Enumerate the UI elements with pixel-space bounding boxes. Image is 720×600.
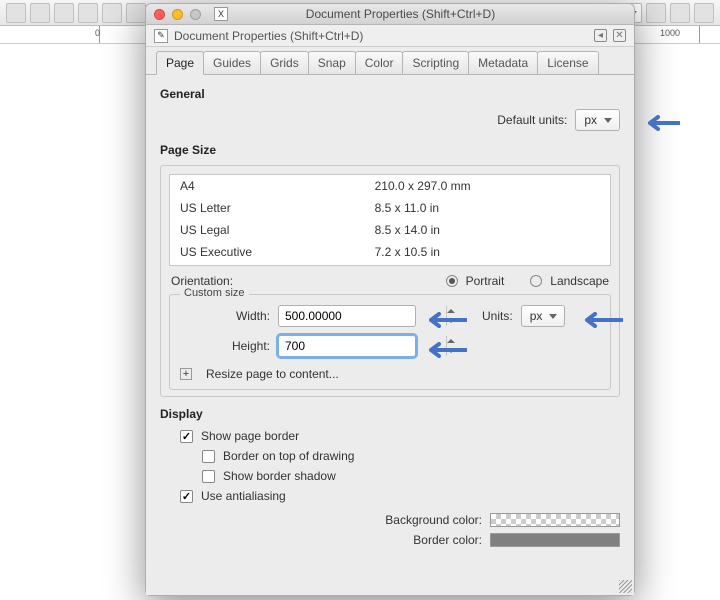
close-icon[interactable] [154, 9, 165, 20]
resize-grip-icon[interactable] [619, 580, 632, 593]
properties-icon: ✎ [154, 29, 168, 43]
bgcolor-swatch[interactable] [490, 513, 620, 527]
landscape-radio[interactable] [530, 275, 542, 287]
annotation-arrow [421, 342, 467, 358]
pagesize-list[interactable]: A4210.0 x 297.0 mm US Letter8.5 x 11.0 i… [169, 174, 611, 266]
page-tab-pane: General Default units: px Page Size A421… [146, 75, 634, 595]
tool-icon[interactable] [54, 3, 74, 23]
annotation-arrow [577, 312, 623, 328]
dialog-subtitlebar: ✎ Document Properties (Shift+Ctrl+D) ◂ ✕ [146, 25, 634, 47]
border-on-top-checkbox[interactable] [202, 450, 215, 463]
general-heading: General [160, 87, 620, 101]
bordercolor-swatch[interactable] [490, 533, 620, 547]
list-item: US Letter8.5 x 11.0 in [170, 197, 610, 219]
tool-icon[interactable] [6, 3, 26, 23]
annotation-arrow [421, 312, 467, 328]
antialias-checkbox[interactable] [180, 490, 193, 503]
annotation-arrow [640, 115, 680, 131]
tool-icon[interactable] [78, 3, 98, 23]
units-label: Units: [482, 309, 513, 323]
resize-to-content[interactable]: Resize page to content... [206, 367, 339, 381]
default-units-select[interactable]: px [575, 109, 620, 131]
width-label: Width: [180, 309, 270, 323]
tab-snap[interactable]: Snap [308, 51, 356, 74]
bordercolor-label: Border color: [413, 533, 482, 547]
antialias-label: Use antialiasing [201, 489, 286, 503]
height-spinbox[interactable] [278, 335, 416, 357]
landscape-label: Landscape [550, 274, 609, 288]
show-shadow-label: Show border shadow [223, 469, 336, 483]
list-item: A4210.0 x 297.0 mm [170, 175, 610, 197]
pagesize-heading: Page Size [160, 143, 620, 157]
expander-icon[interactable]: + [180, 368, 192, 380]
tab-color[interactable]: Color [355, 51, 404, 74]
orientation-label: Orientation: [171, 274, 233, 288]
portrait-radio[interactable] [446, 275, 458, 287]
list-item: US Executive7.2 x 10.5 in [170, 241, 610, 263]
list-item: US Legal8.5 x 14.0 in [170, 219, 610, 241]
default-units-label: Default units: [497, 113, 567, 127]
dialog-subtitle: Document Properties (Shift+Ctrl+D) [174, 29, 363, 43]
customsize-legend: Custom size [180, 287, 249, 299]
tool-icon[interactable] [102, 3, 122, 23]
dialog-titlebar[interactable]: X Document Properties (Shift+Ctrl+D) [146, 4, 634, 25]
portrait-label: Portrait [466, 274, 505, 288]
height-label: Height: [180, 339, 270, 353]
dialog-title: Document Properties (Shift+Ctrl+D) [175, 7, 626, 21]
bgcolor-label: Background color: [385, 513, 482, 527]
show-shadow-checkbox[interactable] [202, 470, 215, 483]
tab-guides[interactable]: Guides [203, 51, 261, 74]
tool-icon[interactable] [126, 3, 146, 23]
tab-license[interactable]: License [537, 51, 598, 74]
display-heading: Display [160, 407, 620, 421]
tab-bar: Page Guides Grids Snap Color Scripting M… [146, 47, 634, 75]
tool-icon[interactable] [646, 3, 666, 23]
custom-units-select[interactable]: px [521, 305, 566, 327]
show-border-checkbox[interactable] [180, 430, 193, 443]
document-properties-dialog: X Document Properties (Shift+Ctrl+D) ✎ D… [145, 3, 635, 596]
tool-icon[interactable] [670, 3, 690, 23]
tool-icon[interactable] [30, 3, 50, 23]
tool-icon[interactable] [694, 3, 714, 23]
dock-icon[interactable]: ◂ [594, 29, 607, 42]
close-pane-icon[interactable]: ✕ [613, 29, 626, 42]
tab-page[interactable]: Page [156, 51, 204, 75]
border-on-top-label: Border on top of drawing [223, 449, 354, 463]
tab-grids[interactable]: Grids [260, 51, 309, 74]
tab-metadata[interactable]: Metadata [468, 51, 538, 74]
width-spinbox[interactable] [278, 305, 416, 327]
tab-scripting[interactable]: Scripting [402, 51, 469, 74]
show-border-label: Show page border [201, 429, 299, 443]
